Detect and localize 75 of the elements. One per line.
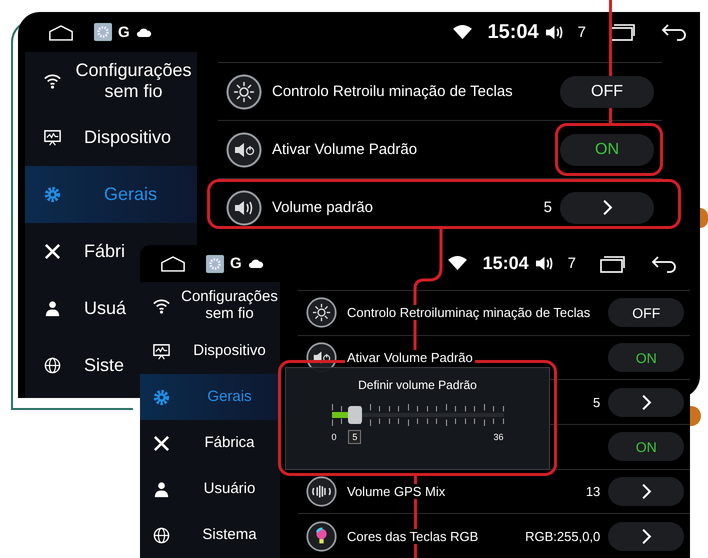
slider-max-label: 36	[493, 432, 504, 442]
app-letter: G	[230, 255, 242, 272]
toggle-button[interactable]: OFF	[560, 76, 654, 108]
setting-label: Cores das Teclas RGB	[345, 528, 480, 544]
back-icon[interactable]	[650, 254, 678, 272]
sun-icon	[226, 74, 262, 110]
sidebar-item[interactable]: Configurações sem fio	[140, 282, 280, 328]
setting-value: RGB:255,0,0	[525, 528, 600, 544]
slider-min-label: 0	[332, 432, 337, 442]
volume-level: 7	[578, 24, 586, 40]
recent-apps-icon[interactable]	[610, 23, 636, 41]
volume-level: 7	[568, 255, 576, 272]
chevron-icon	[640, 483, 652, 500]
toggle-button[interactable]: ON	[560, 134, 654, 166]
toggle-button[interactable]: OFF	[608, 298, 684, 328]
slider-thumb[interactable]	[348, 406, 362, 424]
gear-icon	[43, 185, 62, 204]
setting-label: Controlo Retroiluminaç minação de Teclas	[345, 305, 592, 320]
sidebar-item[interactable]: Gerais	[140, 374, 280, 420]
monitor-icon	[43, 128, 62, 147]
chevron-icon	[602, 199, 612, 216]
sidebar-item[interactable]: Fábrica	[140, 420, 280, 466]
setting-value: 5	[544, 199, 552, 216]
sidebar-item[interactable]: Configurações sem fio	[25, 52, 197, 109]
sidebar-item[interactable]: Usuá	[25, 280, 140, 337]
cloud-icon	[136, 26, 152, 38]
speaker-icon	[226, 132, 262, 168]
toggle-button[interactable]: ON	[608, 343, 684, 372]
toggle-button[interactable]: ON	[608, 432, 684, 462]
sun-icon	[306, 297, 337, 328]
speaker-icon[interactable]	[534, 255, 554, 272]
sidebar-item[interactable]: Gerais	[25, 166, 197, 223]
bulb-icon	[306, 520, 337, 552]
dialog-title: Definir volume Padrão	[358, 378, 477, 392]
clock-time: 15:04	[488, 20, 539, 44]
wifi-icon	[448, 256, 467, 271]
setting-value: 5	[593, 394, 600, 410]
clock-time: 15:04	[482, 253, 529, 274]
sidebar-item[interactable]: Sistema	[140, 512, 280, 558]
sidebar-item[interactable]: Usuário	[140, 466, 280, 512]
monitor-icon	[152, 342, 171, 360]
chevron-icon	[640, 528, 652, 545]
setting-label: Ativar Volume Padrão	[345, 350, 475, 365]
speaker-icon[interactable]	[544, 24, 564, 40]
chevron-icon	[640, 394, 652, 411]
slider-value-label: 5	[348, 430, 362, 444]
app-letter: G	[118, 24, 130, 40]
floating-button[interactable]	[700, 208, 708, 228]
sidebar-item[interactable]: Dispositivo	[140, 328, 280, 374]
floating-button[interactable]	[690, 406, 701, 426]
setting-label: Volume GPS Mix	[345, 484, 448, 500]
gear-icon	[152, 388, 171, 406]
cloud-icon	[248, 258, 264, 269]
sidebar-item[interactable]: Siste	[25, 337, 140, 394]
globe-icon	[152, 526, 171, 544]
globe-icon	[43, 356, 62, 375]
tools-icon	[152, 434, 171, 452]
setting-label: Controlo Retroilu minação de Teclas	[270, 83, 515, 100]
equalizer-icon	[306, 476, 337, 508]
setting-label: Volume padrão	[270, 199, 375, 216]
volume-slider[interactable]: 0 5 36	[332, 404, 504, 442]
home-icon[interactable]	[48, 24, 74, 40]
recent-apps-icon[interactable]	[600, 254, 626, 272]
sidebar-item[interactable]: Fábri	[25, 223, 140, 280]
setting-value: 13	[586, 484, 600, 500]
user-icon	[152, 480, 171, 498]
speaker-icon	[226, 190, 262, 226]
settings-icon	[206, 254, 224, 272]
wifi-icon	[452, 24, 472, 40]
home-icon[interactable]	[160, 255, 186, 272]
tools-icon	[43, 242, 62, 261]
user-icon	[43, 299, 62, 318]
settings-icon	[94, 23, 112, 41]
back-icon[interactable]	[660, 23, 688, 41]
sidebar-item[interactable]: Dispositivo	[25, 109, 197, 166]
